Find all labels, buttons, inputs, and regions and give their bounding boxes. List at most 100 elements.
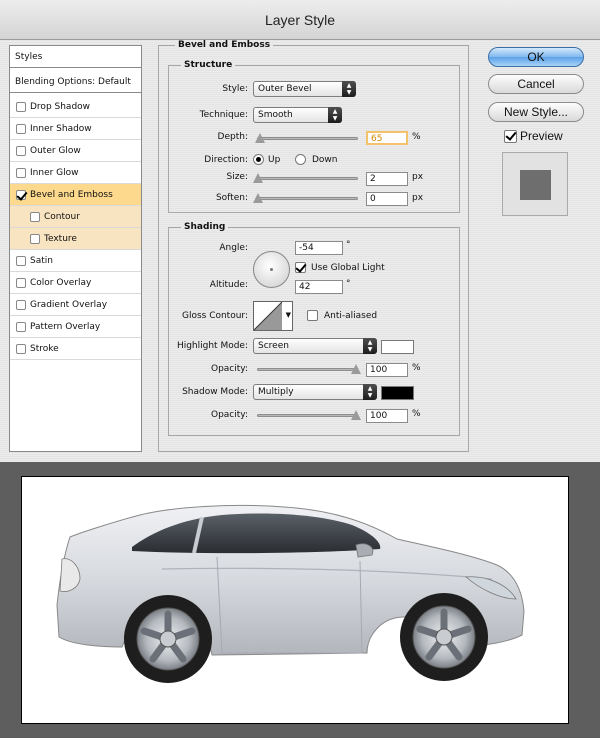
depth-value: 65	[371, 134, 383, 144]
style-checkbox[interactable]	[16, 256, 26, 266]
styles-list-label: Bevel and Emboss	[30, 190, 113, 200]
altitude-field[interactable]: 42	[295, 280, 343, 294]
direction-up-radio[interactable]	[253, 154, 264, 165]
style-label: Style:	[222, 84, 248, 94]
anti-aliased-checkbox[interactable]	[307, 310, 318, 321]
soften-slider-thumb[interactable]	[253, 193, 263, 203]
styles-list-item[interactable]: Outer Glow	[10, 140, 141, 162]
preview-checkbox[interactable]	[504, 130, 517, 143]
styles-list-item[interactable]: Stroke	[10, 338, 141, 360]
section-title: Bevel and Emboss	[175, 40, 274, 50]
highlight-opacity-field[interactable]: 100	[366, 363, 408, 377]
technique-select[interactable]: Smooth ▲ ▼	[253, 107, 342, 123]
styles-list-label: Inner Shadow	[30, 124, 92, 134]
depth-field[interactable]: 65	[366, 131, 408, 145]
shadow-opacity-slider[interactable]	[257, 410, 361, 420]
direction-up-label: Up	[268, 155, 281, 165]
styles-list-label: Blending Options: Default	[15, 77, 131, 87]
style-checkbox[interactable]	[30, 234, 40, 244]
style-checkbox[interactable]	[16, 168, 26, 178]
highlight-opacity-slider[interactable]	[257, 364, 361, 374]
soften-label: Soften:	[215, 193, 248, 203]
car-illustration	[56, 504, 525, 683]
style-checkbox[interactable]	[16, 146, 26, 156]
highlight-mode-label: Highlight Mode:	[176, 341, 248, 351]
styles-list-item[interactable]: Inner Shadow	[10, 118, 141, 140]
style-preview-thumbnail	[502, 152, 568, 216]
styles-list-item[interactable]: Contour	[10, 206, 141, 228]
angle-dial[interactable]	[253, 251, 290, 288]
shadow-color-swatch[interactable]	[381, 386, 414, 400]
style-checkbox[interactable]	[16, 300, 26, 310]
shadow-mode-value: Multiply	[258, 387, 294, 397]
dropdown-arrow-icon: ▼	[285, 311, 291, 319]
styles-list-item[interactable]: Bevel and Emboss	[10, 184, 141, 206]
styles-list-label: Drop Shadow	[30, 102, 91, 112]
styles-list-label: Contour	[44, 212, 80, 222]
gloss-contour-picker[interactable]: ▼	[253, 301, 293, 331]
style-checkbox[interactable]	[16, 124, 26, 134]
angle-dial-center	[270, 268, 273, 271]
depth-unit: %	[412, 132, 421, 142]
styles-list-item[interactable]: Drop Shadow	[10, 96, 141, 118]
altitude-label: Altitude:	[209, 280, 248, 290]
soften-field[interactable]: 0	[366, 192, 408, 206]
gloss-contour-preview-icon	[253, 301, 283, 331]
angle-field[interactable]: -54	[295, 241, 343, 255]
style-select[interactable]: Outer Bevel ▲ ▼	[253, 81, 356, 97]
styles-list-item[interactable]: Color Overlay	[10, 272, 141, 294]
styles-list-label: Stroke	[30, 344, 59, 354]
styles-list-item[interactable]: Styles	[10, 46, 141, 68]
depth-slider-thumb[interactable]	[255, 133, 265, 143]
rear-wheel	[124, 595, 212, 683]
style-checkbox[interactable]	[16, 322, 26, 332]
select-arrows-icon: ▲ ▼	[363, 384, 377, 400]
size-slider-thumb[interactable]	[253, 173, 263, 183]
size-unit: px	[412, 172, 424, 182]
depth-slider[interactable]	[255, 133, 358, 143]
styles-list-label: Pattern Overlay	[30, 322, 101, 332]
style-checkbox[interactable]	[16, 190, 26, 200]
styles-list-item[interactable]: Texture	[10, 228, 141, 250]
preview-label: Preview	[520, 129, 563, 143]
styles-list: Styles Blending Options: Default Drop Shad…	[9, 45, 142, 452]
style-select-value: Outer Bevel	[258, 84, 312, 94]
shadow-opacity-thumb[interactable]	[351, 410, 361, 420]
angle-unit: °	[346, 240, 351, 250]
select-arrows-icon: ▲ ▼	[342, 81, 356, 97]
size-label: Size:	[226, 172, 248, 182]
structure-group: Structure Style: Outer Bevel ▲ ▼ Techniqu…	[168, 60, 460, 213]
highlight-mode-select[interactable]: Screen ▲ ▼	[253, 338, 377, 354]
highlight-color-swatch[interactable]	[381, 340, 414, 354]
styles-list-item[interactable]: Pattern Overlay	[10, 316, 141, 338]
highlight-opacity-thumb[interactable]	[351, 364, 361, 374]
style-checkbox[interactable]	[16, 102, 26, 112]
shadow-mode-label: Shadow Mode:	[182, 387, 248, 397]
styles-list-item[interactable]: Blending Options: Default	[10, 71, 141, 93]
styles-list-item[interactable]: Satin	[10, 250, 141, 272]
highlight-opacity-label: Opacity:	[211, 364, 248, 374]
size-field[interactable]: 2	[366, 172, 408, 186]
shading-title: Shading	[181, 222, 229, 232]
new-style-button[interactable]: New Style...	[488, 102, 584, 122]
style-checkbox[interactable]	[30, 212, 40, 222]
direction-down-radio[interactable]	[295, 154, 306, 165]
shadow-opacity-field[interactable]: 100	[366, 409, 408, 423]
styles-list-label: Inner Glow	[30, 168, 79, 178]
size-slider[interactable]	[253, 173, 358, 183]
shading-group: Shading Angle: -54 ° Use Global Light Al…	[168, 222, 460, 436]
ok-button[interactable]: OK	[488, 47, 584, 67]
styles-list-item[interactable]: Gradient Overlay	[10, 294, 141, 316]
soften-slider[interactable]	[253, 193, 358, 203]
shadow-mode-select[interactable]: Multiply ▲ ▼	[253, 384, 377, 400]
direction-down-label: Down	[312, 155, 338, 165]
preview-swatch	[520, 170, 551, 200]
style-checkbox[interactable]	[16, 344, 26, 354]
select-arrows-icon: ▲ ▼	[363, 338, 377, 354]
cancel-button[interactable]: Cancel	[488, 74, 584, 94]
bevel-emboss-panel: Bevel and Emboss Structure Style: Outer …	[158, 40, 469, 452]
style-checkbox[interactable]	[16, 278, 26, 288]
use-global-light-checkbox[interactable]	[295, 262, 306, 273]
styles-list-item[interactable]: Inner Glow	[10, 162, 141, 184]
styles-list-label: Gradient Overlay	[30, 300, 108, 310]
